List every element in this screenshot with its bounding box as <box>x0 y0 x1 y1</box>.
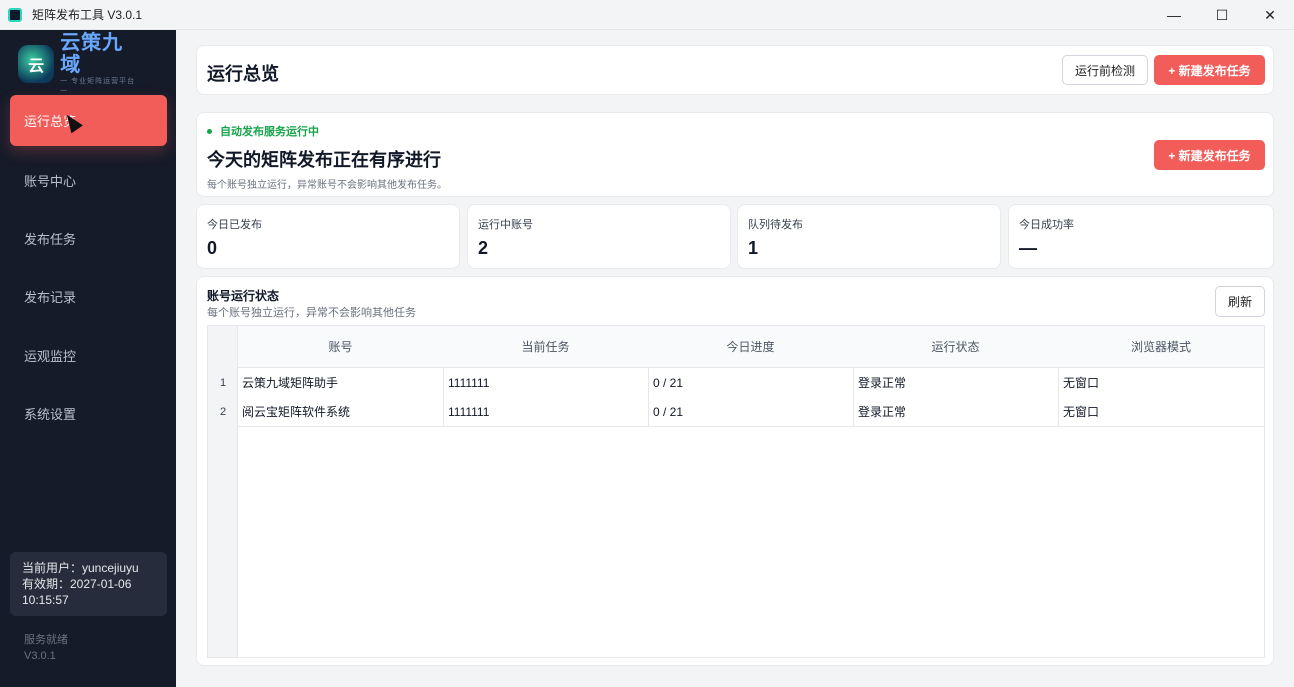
service-status: 服务就绪 <box>24 634 68 646</box>
minimize-button[interactable]: — <box>1150 0 1198 30</box>
table-row[interactable]: 1 云策九域矩阵助手 1111111 0 / 21 登录正常 无窗口 <box>208 368 1264 397</box>
new-task-button-secondary[interactable]: + 新建发布任务 <box>1154 140 1265 170</box>
stat-queue-pending: 队列待发布 1 <box>737 204 1001 269</box>
cell-account: 阅云宝矩阵软件系统 <box>242 405 351 419</box>
cell-account: 云策九域矩阵助手 <box>242 376 339 390</box>
refresh-button[interactable]: 刷新 <box>1215 286 1265 317</box>
table-divider <box>238 426 1264 427</box>
column-header-account[interactable]: 账号 <box>238 326 443 367</box>
sidebar-item-label: 发布任务 <box>24 232 77 247</box>
logo: 云 云策九域 一 专业矩阵运营平台 一 <box>18 32 142 95</box>
window-controls: — ☐ ✕ <box>1150 0 1294 30</box>
user-expiry-time: 10:15:57 <box>22 593 69 607</box>
sidebar-item-records[interactable]: 发布记录 <box>10 271 167 322</box>
column-header-browser-mode[interactable]: 浏览器模式 <box>1058 326 1264 367</box>
sidebar-item-label: 系统设置 <box>24 407 77 422</box>
page-title: 运行总览 <box>207 64 279 84</box>
sidebar-item-accounts[interactable]: 账号中心 <box>10 155 167 206</box>
row-number: 1 <box>219 376 227 389</box>
user-name: 当前用户：yuncejiuyu <box>22 561 139 575</box>
stat-published-today: 今日已发布 0 <box>196 204 460 269</box>
app-icon <box>8 7 22 22</box>
status-description: 每个账号独立运行，异常账号不会影响其他发布任务。 <box>207 180 447 191</box>
table-row[interactable]: 2 阅云宝矩阵软件系统 1111111 0 / 21 登录正常 无窗口 <box>208 397 1264 426</box>
status-dot-icon <box>207 128 212 134</box>
sidebar-item-label: 发布记录 <box>24 290 77 305</box>
stat-running-accounts: 运行中账号 2 <box>467 204 731 269</box>
account-status-panel: 账号运行状态 每个账号独立运行，异常不会影响其他任务 刷新 账号 当前任务 今日… <box>196 276 1274 666</box>
column-header-progress[interactable]: 今日进度 <box>648 326 853 367</box>
service-indicator-text: 自动发布服务运行中 <box>220 126 319 138</box>
logo-subtitle: 一 专业矩阵运营平台 一 <box>60 78 136 95</box>
sidebar-item-monitor[interactable]: 运观监控 <box>10 330 167 381</box>
panel-subtitle: 每个账号独立运行，异常不会影响其他任务 <box>207 307 416 319</box>
cell-task: 1111111 <box>443 368 648 397</box>
main-content: 运行总览 运行前检测 + 新建发布任务 自动发布服务运行中 今天的矩阵发布正在有… <box>176 30 1294 687</box>
cell-progress: 0 / 21 <box>648 368 853 397</box>
cell-status: 登录正常 <box>853 397 1058 426</box>
stat-success-rate: 今日成功率 — <box>1008 204 1274 269</box>
sidebar-item-label: 运观监控 <box>24 349 77 364</box>
stat-label: 运行中账号 <box>478 219 533 231</box>
panel-title: 账号运行状态 <box>207 289 280 303</box>
sidebar-item-overview[interactable]: 运行总览 <box>10 95 167 146</box>
app-version: V3.0.1 <box>24 650 56 662</box>
stat-value: 2 <box>478 238 489 258</box>
column-header-status[interactable]: 运行状态 <box>853 326 1058 367</box>
column-header-task[interactable]: 当前任务 <box>443 326 648 367</box>
user-info: 当前用户：yuncejiuyu 有效期：2027-01-06 10:15:57 <box>10 552 167 616</box>
service-status-card: 自动发布服务运行中 今天的矩阵发布正在有序进行 每个账号独立运行，异常账号不会影… <box>196 112 1274 197</box>
cell-progress: 0 / 21 <box>648 397 853 426</box>
stat-label: 今日已发布 <box>207 219 262 231</box>
stat-label: 队列待发布 <box>748 219 803 231</box>
logo-title: 云策九域 <box>60 32 124 76</box>
new-task-button[interactable]: + 新建发布任务 <box>1154 55 1265 85</box>
sidebar-item-settings[interactable]: 系统设置 <box>10 388 167 439</box>
close-button[interactable]: ✕ <box>1246 0 1294 30</box>
stat-value: 0 <box>207 238 218 258</box>
row-number: 2 <box>219 405 227 418</box>
page-header: 运行总览 运行前检测 + 新建发布任务 <box>196 45 1274 95</box>
stat-value: 1 <box>748 238 759 258</box>
stat-value: — <box>1019 238 1037 258</box>
table-header: 账号 当前任务 今日进度 运行状态 浏览器模式 <box>238 326 1264 368</box>
service-info: 服务就绪 V3.0.1 <box>24 632 68 664</box>
cell-browser-mode: 无窗口 <box>1058 368 1264 397</box>
precheck-button[interactable]: 运行前检测 <box>1062 55 1148 85</box>
logo-mark-icon: 云 <box>18 45 55 83</box>
sidebar-item-label: 账号中心 <box>24 174 77 189</box>
status-title: 今天的矩阵发布正在有序进行 <box>207 150 441 170</box>
maximize-button[interactable]: ☐ <box>1198 0 1246 30</box>
cell-task: 1111111 <box>443 397 648 426</box>
stat-label: 今日成功率 <box>1019 219 1074 231</box>
cell-status: 登录正常 <box>853 368 1058 397</box>
service-indicator: 自动发布服务运行中 <box>207 123 319 139</box>
sidebar-item-tasks[interactable]: 发布任务 <box>10 213 167 264</box>
user-expiry: 有效期：2027-01-06 <box>22 577 132 591</box>
cell-browser-mode: 无窗口 <box>1058 397 1264 426</box>
account-table: 账号 当前任务 今日进度 运行状态 浏览器模式 1 云策九域矩阵助手 11111… <box>207 325 1265 658</box>
sidebar: 云 云策九域 一 专业矩阵运营平台 一 运行总览 账号中心 发布任务 发布记录 … <box>0 30 176 687</box>
title-bar: 矩阵发布工具 V3.0.1 — ☐ ✕ <box>0 0 1294 30</box>
window-title: 矩阵发布工具 V3.0.1 <box>32 8 143 22</box>
